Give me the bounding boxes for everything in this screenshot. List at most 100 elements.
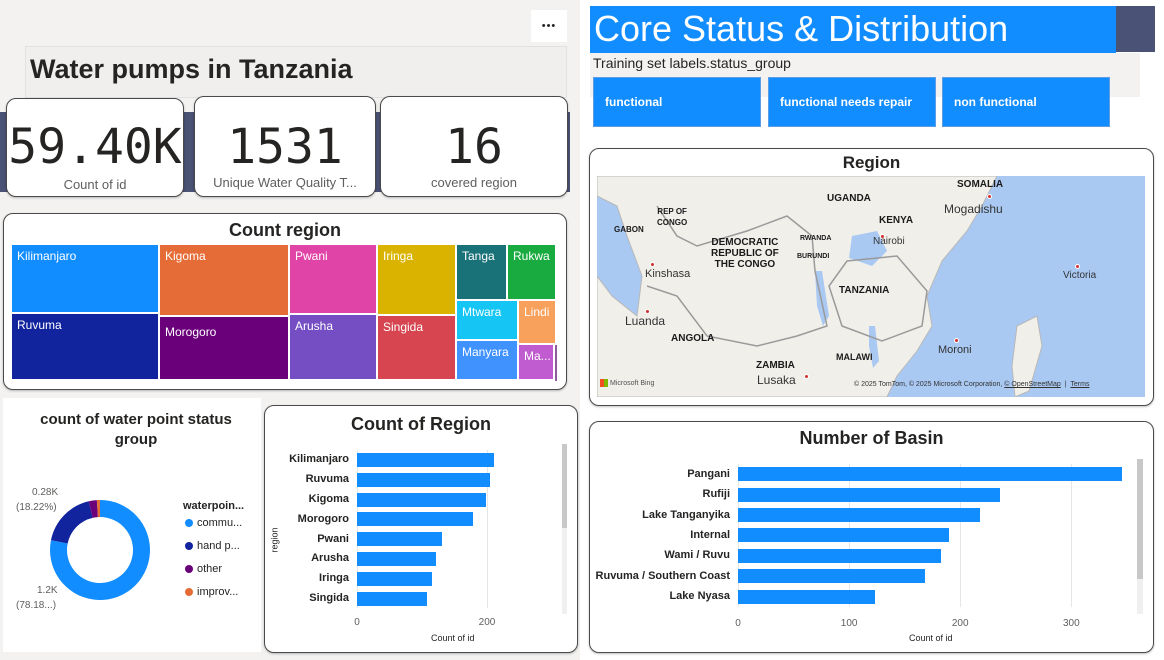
bing-logo[interactable]: Microsoft Bing: [600, 379, 654, 387]
treemap-tile-arusha[interactable]: Arusha: [290, 315, 378, 381]
bar[interactable]: [357, 571, 433, 586]
treemap-tile-singida[interactable]: Singida: [378, 316, 457, 381]
map-attribution: © 2025 TomTom, © 2025 Microsoft Corporat…: [854, 381, 1089, 388]
city-label-lusaka: Lusaka: [757, 373, 796, 387]
bar-category-label: Arusha: [311, 552, 349, 565]
bar-category-label: Lake Nyasa: [669, 590, 730, 603]
bar-category-label: Rufiji: [702, 488, 731, 501]
map-title: Region: [842, 153, 901, 172]
scrollbar-thumb[interactable]: [562, 444, 567, 528]
treemap-tile-mtwara[interactable]: Mtwara: [457, 301, 519, 341]
treemap-tile-ruvuma[interactable]: Ruvuma: [12, 314, 160, 381]
bar[interactable]: [357, 472, 491, 487]
bar[interactable]: [738, 467, 1123, 482]
kpi-card-water-quality: 1531 Unique Water Quality T...: [194, 96, 376, 197]
map-label-drc: DEMOCRATIC REPUBLIC OF THE CONGO: [711, 237, 779, 270]
terms-link[interactable]: Terms: [1070, 381, 1089, 388]
scrollbar-thumb[interactable]: [1137, 459, 1143, 579]
region-bar-ylabel: region: [269, 527, 280, 553]
bar-category-label: Morogoro: [297, 512, 349, 525]
bar[interactable]: [738, 569, 925, 584]
legend-item-other[interactable]: other: [185, 563, 222, 575]
donut-chart[interactable]: [40, 490, 160, 610]
treemap-tile-kilimanjaro[interactable]: Kilimanjaro: [12, 245, 160, 314]
slicer-non-functional[interactable]: non functional: [942, 77, 1110, 127]
donut-label-bottom-value: 1.2K: [37, 585, 58, 596]
x-tick-label: 0: [354, 617, 360, 628]
legend-label: hand p...: [197, 540, 240, 552]
donut-label-top-value: 0.28K: [32, 487, 59, 498]
treemap-tile-kigoma[interactable]: Kigoma: [160, 245, 290, 317]
donut-slice[interactable]: [50, 501, 93, 544]
more-options-button[interactable]: •••: [531, 10, 567, 42]
bar[interactable]: [357, 551, 437, 566]
map-label-gabon: GABON: [614, 225, 644, 234]
osm-link[interactable]: © OpenStreetMap: [1004, 381, 1061, 388]
basin-bar-xlabel: Count of id: [909, 633, 953, 643]
map-label-malawi: MALAWI: [836, 352, 873, 362]
map-label-tanzania: TANZANIA: [839, 285, 890, 296]
bar-category-label: Lake Tanganyika: [642, 508, 730, 521]
bar[interactable]: [357, 532, 442, 547]
city-label-mogadishu: Mogadishu: [944, 202, 1003, 216]
region-bar-scrollbar[interactable]: [562, 444, 567, 614]
treemap-tile-manyara[interactable]: Manyara: [457, 341, 519, 381]
treemap-tile-tanga[interactable]: Tanga: [457, 245, 508, 301]
bing-icon: [600, 379, 608, 387]
bar[interactable]: [738, 508, 981, 522]
treemap-tile-small[interactable]: [555, 345, 557, 381]
bar-category-label: Singida: [309, 592, 349, 604]
bar-category-label: Internal: [690, 528, 730, 541]
city-marker: [650, 262, 655, 267]
slicer-functional-needs-repair[interactable]: functional needs repair: [768, 77, 936, 127]
legend-dot-icon: [185, 565, 193, 573]
basin-bar-plot: 0 100 200 300 Pangani Rufiji Lake Tanganyika In…: [595, 460, 1145, 635]
bar[interactable]: [738, 548, 942, 563]
bar-category-label: Iringa: [319, 572, 349, 585]
legend-item-improved[interactable]: improv...: [185, 586, 238, 598]
bar[interactable]: [357, 512, 473, 527]
page-title: Water pumps in Tanzania: [30, 54, 353, 84]
slicer-functional[interactable]: functional: [593, 77, 761, 127]
map-viewport[interactable]: SOMALIA UGANDA KENYA GABON REP OF CONGO …: [597, 176, 1145, 397]
kpi-card-count: 59.40K Count of id: [6, 98, 184, 197]
legend-item-community[interactable]: commu...: [185, 517, 242, 529]
x-tick-label: 0: [735, 618, 741, 629]
bar-category-label: Ruvuma / Southern Coast: [595, 569, 730, 582]
basin-bar-scrollbar[interactable]: [1137, 459, 1143, 614]
treemap-tile-pwani[interactable]: Pwani: [290, 245, 378, 315]
city-marker: [804, 374, 809, 379]
x-tick-label: 300: [1062, 618, 1080, 629]
legend-item-hand-pump[interactable]: hand p...: [185, 540, 240, 552]
bar-category-label: Pangani: [687, 467, 730, 480]
treemap-tile-morogoro[interactable]: Morogoro: [160, 317, 290, 381]
bar-category-label: Pwani: [317, 532, 349, 545]
bar-category-label: Ruvuma: [305, 473, 349, 486]
region-bar-plot: 0 200 Kilimanjaro Ruvuma Kigoma Morogoro Pwani…: [280, 445, 570, 645]
treemap: Kilimanjaro Ruvuma Kigoma Morogoro Pwani…: [12, 245, 557, 381]
bar[interactable]: [357, 591, 428, 606]
x-tick-label: 100: [840, 618, 858, 629]
treemap-tile-rukwa[interactable]: Rukwa: [508, 245, 557, 301]
donut-label-top-pct: (18.22%): [16, 502, 57, 513]
treemap-tile-iringa[interactable]: Iringa: [378, 245, 457, 316]
region-bar-title: Count of Region: [351, 414, 491, 434]
bar[interactable]: [357, 492, 486, 507]
map-label-kenya: KENYA: [879, 215, 914, 226]
x-tick-label: 200: [951, 618, 969, 629]
treemap-tile-ma[interactable]: Ma...: [519, 345, 555, 381]
bar[interactable]: [738, 528, 950, 543]
bar[interactable]: [738, 487, 1001, 502]
kpi-value: 1531: [227, 119, 343, 175]
donut-legend-title: waterpoin...: [183, 500, 245, 512]
legend-dot-icon: [185, 588, 193, 596]
bar[interactable]: [357, 452, 494, 467]
map-label-rep-congo: REP OF CONGO: [657, 207, 688, 227]
city-label-moroni: Moroni: [938, 344, 972, 356]
kpi-value: 59.40K: [8, 119, 182, 175]
city-marker: [1075, 264, 1080, 269]
donut-title-line1: count of water point status: [40, 411, 232, 428]
bar[interactable]: [738, 589, 875, 604]
treemap-tile-lindi[interactable]: Lindi: [519, 301, 557, 345]
donut-title-line2: group: [114, 431, 158, 448]
